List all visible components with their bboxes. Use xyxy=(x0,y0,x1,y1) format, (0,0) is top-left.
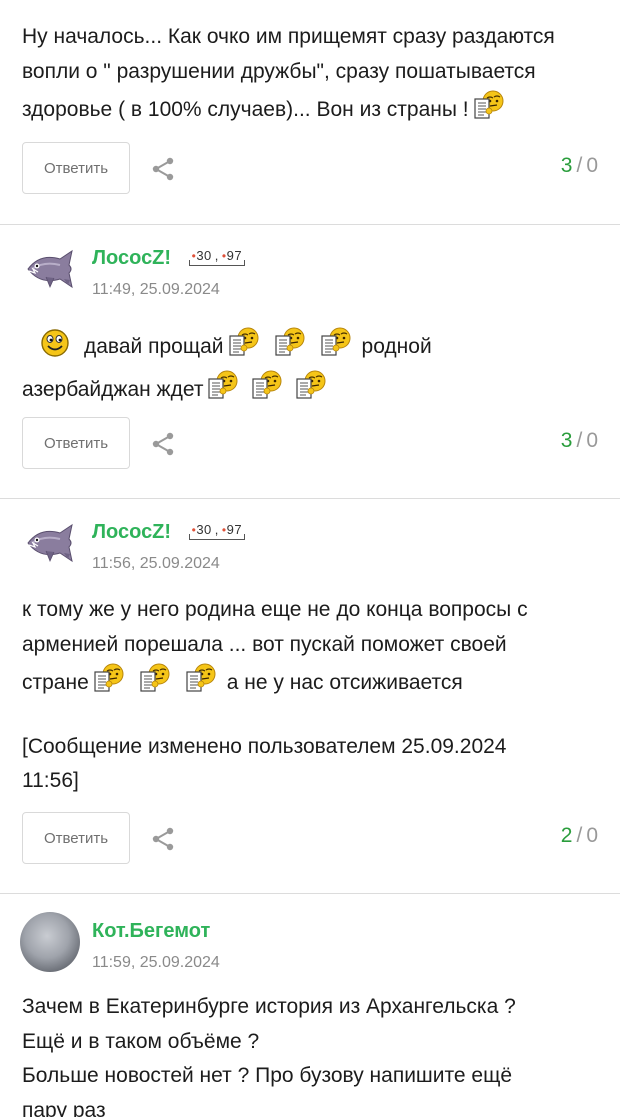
comment-text-line: стране а не у нас отсиживается xyxy=(22,662,607,701)
comment-text-line: здоровье ( в 100% случаев)... Вон из стр… xyxy=(22,89,607,128)
comment-text-line: Ещё и в таком объёме ? xyxy=(22,1029,260,1053)
author-name: ЛососZ! •30, •97 xyxy=(92,247,246,270)
badge-value: 30 xyxy=(196,248,212,263)
comment-card: ЛососZ! •30, •97 11:49, 25.09.2024 давай … xyxy=(0,225,620,498)
comment-timestamp: 11:56, 25.09.2024 xyxy=(92,555,220,572)
user-badge: •30, •97 xyxy=(188,248,246,266)
comment-text-line: арменией порешала ... вот пускай поможет… xyxy=(22,632,507,656)
rating-minus[interactable]: 0 xyxy=(586,154,598,177)
rating-plus[interactable]: 2 xyxy=(561,824,573,847)
comment-text: Зачем в Екатеринбурге история из Арханге… xyxy=(22,990,607,1117)
rating-minus[interactable]: 0 xyxy=(586,824,598,847)
rating-separator: / xyxy=(576,154,583,177)
thinking-emoticon-icon xyxy=(93,662,125,694)
rating-separator: / xyxy=(576,429,583,452)
comment-header: Кот.Бегемот 11:59, 25.09.2024 xyxy=(20,912,600,982)
comment-text: давай прощай родной азербайджан ждет xyxy=(22,326,607,407)
rating-separator: / xyxy=(576,824,583,847)
comment-text-line: Зачем в Екатеринбурге история из Арханге… xyxy=(22,995,516,1018)
author-link[interactable]: Кот.Бегемот xyxy=(92,920,210,942)
thinking-emoticon-icon xyxy=(139,662,171,694)
rating-minus[interactable]: 0 xyxy=(586,429,598,452)
comment-card: ЛососZ! •30, •97 11:56, 25.09.2024 к тому… xyxy=(0,499,620,893)
thinking-emoticon-icon xyxy=(295,369,327,401)
thinking-emoticon-icon xyxy=(251,369,283,401)
comment-rating: 2/0 xyxy=(561,824,598,848)
comment-edit-note: 11:56] xyxy=(22,769,79,792)
author-link[interactable]: ЛососZ! xyxy=(92,247,171,269)
comment-card: Ну началось... Как очко им прищемят сраз… xyxy=(0,0,620,225)
comment-text-line: Больше новостей нет ? Про бузову напишит… xyxy=(22,1064,513,1087)
comment-text-fragment: здоровье ( в 100% случаев)... Вон из стр… xyxy=(22,98,469,121)
thinking-emoticon-icon xyxy=(320,326,352,358)
comment-text-line: к тому же у него родина еще не до конца … xyxy=(22,598,528,621)
smile-emoticon-icon xyxy=(40,328,70,358)
reply-button[interactable]: Ответить xyxy=(22,417,130,469)
comment-card: Кот.Бегемот 11:59, 25.09.2024 Зачем в Ек… xyxy=(0,894,620,1117)
comment-edit-line: [Сообщение изменено пользователем 25.09.… xyxy=(22,734,507,758)
comment-actions: Ответить 3/0 xyxy=(22,417,598,469)
comment-text-line: Ну началось... Как очко им прищемят сраз… xyxy=(22,25,555,48)
reply-button[interactable]: Ответить xyxy=(22,812,130,864)
comment-text: Ну началось... Как очко им прищемят сраз… xyxy=(22,20,607,128)
comment-timestamp: 11:59, 25.09.2024 xyxy=(92,954,220,971)
comment-text-line: пару раз xyxy=(22,1098,106,1117)
comment-rating: 3/0 xyxy=(561,429,598,453)
comment-edit-note: [Сообщение изменено пользователем 25.09.… xyxy=(22,730,607,765)
reply-button[interactable]: Ответить xyxy=(22,142,130,194)
badge-value: 97 xyxy=(226,522,243,537)
fish-avatar-icon[interactable] xyxy=(20,513,80,573)
thinking-emoticon-icon xyxy=(228,326,260,358)
badge-value: 97 xyxy=(226,248,243,263)
comment-text-fragment: а не у нас отсиживается xyxy=(226,671,463,694)
comment-text-fragment: азербайджан ждет xyxy=(22,377,204,401)
thinking-emoticon-icon xyxy=(473,89,505,121)
comment-timestamp: 11:49, 25.09.2024 xyxy=(92,281,220,298)
share-icon[interactable] xyxy=(150,826,176,852)
thinking-emoticon-icon xyxy=(185,662,217,694)
comment-text-fragment: стране xyxy=(22,671,89,694)
badge-value: 30 xyxy=(196,522,212,537)
badge-separator: , xyxy=(214,248,219,263)
comment-text-fragment: давай прощай xyxy=(84,335,224,358)
comment-text: к тому же у него родина еще не до конца … xyxy=(22,593,607,799)
comment-text-line: вопли о " разрушении дружбы", сразу поша… xyxy=(22,59,536,83)
share-icon[interactable] xyxy=(150,156,176,182)
comment-header: ЛососZ! •30, •97 11:49, 25.09.2024 xyxy=(20,239,600,309)
comment-text-fragment: родной xyxy=(361,335,432,358)
share-icon[interactable] xyxy=(150,431,176,457)
comment-rating: 3/0 xyxy=(561,154,598,178)
comment-actions: Ответить 3/0 xyxy=(22,142,598,194)
rating-plus[interactable]: 3 xyxy=(561,154,573,177)
comment-actions: Ответить 2/0 xyxy=(22,812,598,864)
user-avatar[interactable] xyxy=(20,912,80,972)
comment-header: ЛососZ! •30, •97 11:56, 25.09.2024 xyxy=(20,513,600,583)
user-badge: •30, •97 xyxy=(188,522,246,540)
thinking-emoticon-icon xyxy=(274,326,306,358)
rating-plus[interactable]: 3 xyxy=(561,429,573,452)
comment-text-line: азербайджан ждет xyxy=(22,369,607,408)
thinking-emoticon-icon xyxy=(207,369,239,401)
comment-text-line: давай прощай родной xyxy=(22,326,607,365)
author-link[interactable]: ЛососZ! xyxy=(92,521,171,543)
fish-avatar-icon[interactable] xyxy=(20,239,80,299)
author-name: Кот.Бегемот xyxy=(92,920,210,943)
author-name: ЛососZ! •30, •97 xyxy=(92,521,246,544)
badge-separator: , xyxy=(214,522,219,537)
